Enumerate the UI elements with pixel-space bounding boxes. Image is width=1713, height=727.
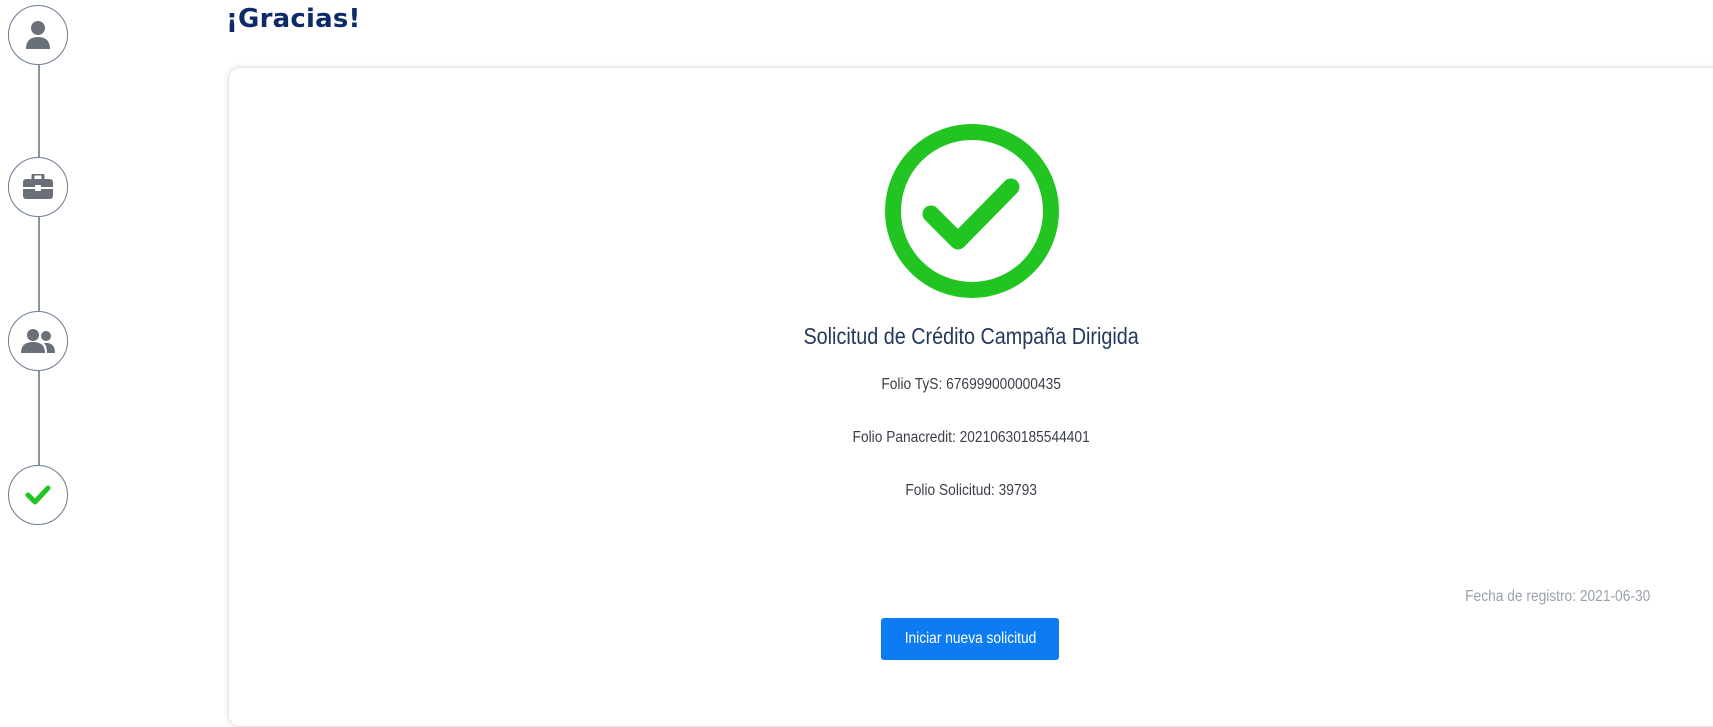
folio-tys: Folio TyS: 676999000000435: [881, 376, 1061, 393]
user-icon: [25, 20, 51, 50]
check-circle-icon: [884, 123, 1060, 299]
folio-solicitud: Folio Solicitud: 39793: [905, 482, 1037, 499]
users-icon: [20, 328, 56, 354]
new-request-button-label: Iniciar nueva solicitud: [904, 630, 1036, 647]
folio-panacredit: Folio Panacredit: 20210630185544401: [852, 429, 1090, 446]
check-icon: [25, 484, 51, 506]
step-personal-info[interactable]: [8, 5, 68, 65]
progress-stepper: [8, 5, 70, 525]
step-confirmation[interactable]: [8, 465, 68, 525]
stepper-connector: [38, 65, 40, 157]
step-references[interactable]: [8, 311, 68, 371]
registration-date: Fecha de registro: 2021-06-30: [1464, 588, 1650, 605]
confirmation-card: Solicitud de Crédito Campaña Dirigida Fo…: [228, 67, 1713, 727]
page-title: ¡Gracias!: [226, 4, 361, 34]
step-employment-info[interactable]: [8, 157, 68, 217]
briefcase-icon: [23, 174, 53, 200]
request-type-title: Solicitud de Crédito Campaña Dirigida: [803, 323, 1139, 349]
new-request-button[interactable]: Iniciar nueva solicitud: [881, 618, 1059, 660]
stepper-connector: [38, 371, 40, 465]
stepper-connector: [38, 217, 40, 311]
